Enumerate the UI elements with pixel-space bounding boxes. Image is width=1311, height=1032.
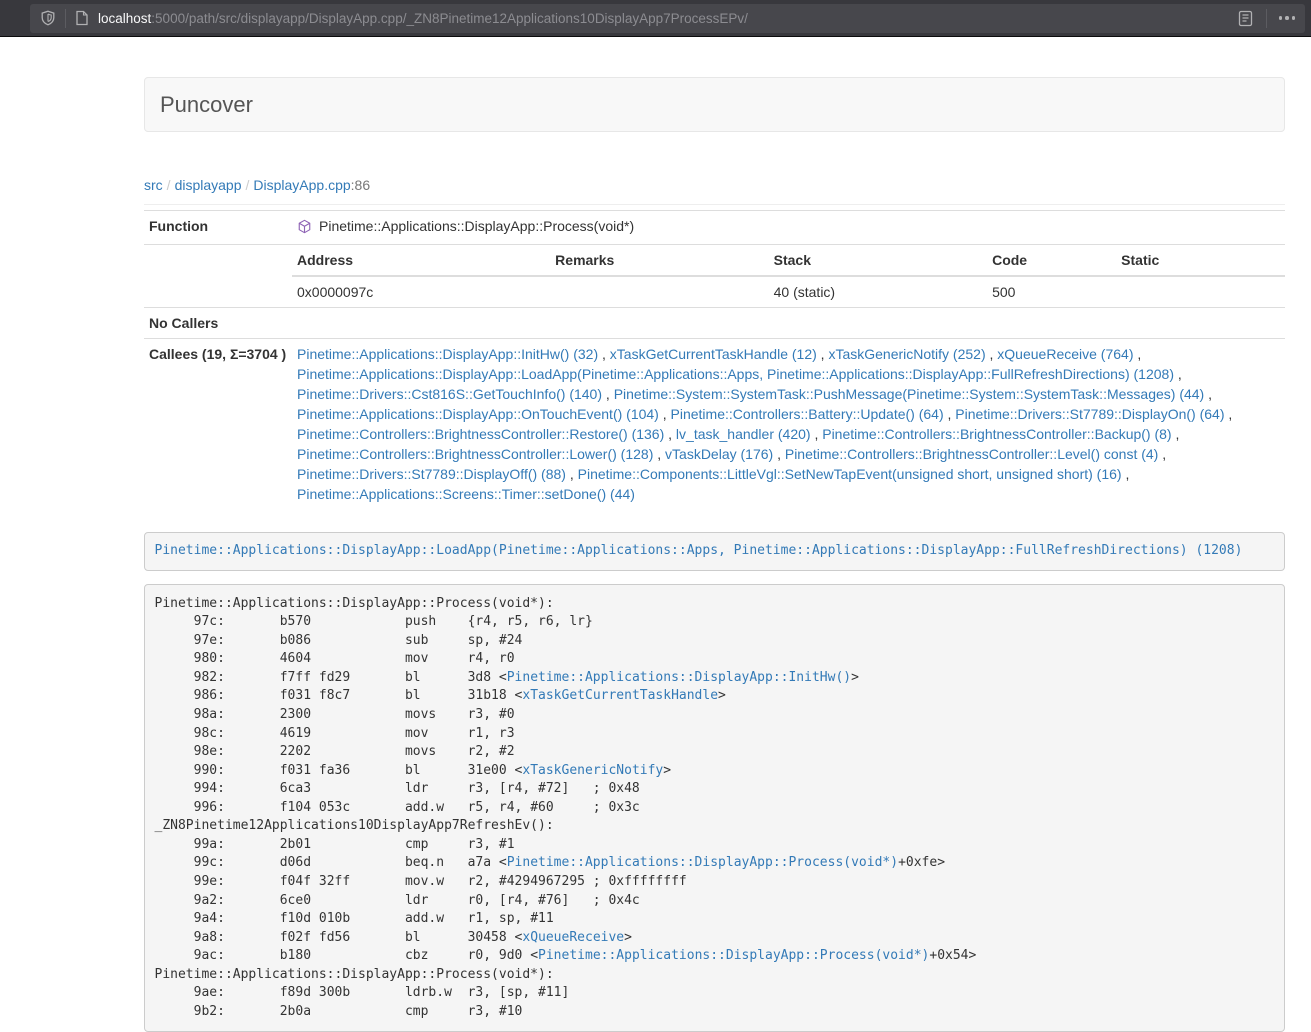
breadcrumb-link-displayapp[interactable]: displayapp <box>175 177 242 193</box>
callee-link[interactable]: Pinetime::Controllers::Battery::Update()… <box>671 406 944 422</box>
function-details-table: Address Remarks Stack Code Static 0x0000… <box>292 245 1285 307</box>
symbol-link[interactable]: xTaskGetCurrentTaskHandle <box>522 688 718 703</box>
empty-label-cell <box>144 244 292 307</box>
col-address: Address <box>292 245 550 276</box>
callee-link[interactable]: Pinetime::Applications::DisplayApp::OnTo… <box>297 406 659 422</box>
callee-link[interactable]: Pinetime::Applications::DisplayApp::Load… <box>297 366 1174 382</box>
reader-mode-icon[interactable] <box>1237 10 1254 27</box>
page-actions-menu-icon[interactable] <box>1279 16 1296 20</box>
function-row-label: Function <box>144 211 292 245</box>
callee-link[interactable]: Pinetime::Applications::DisplayApp::Init… <box>297 346 598 362</box>
url-host: localhost <box>98 11 151 26</box>
function-row: Function Pinetime::Applications::Display… <box>144 211 1285 245</box>
snippet-link[interactable]: Pinetime::Applications::DisplayApp::Load… <box>155 543 1243 558</box>
callee-link[interactable]: Pinetime::System::SystemTask::PushMessag… <box>614 386 1205 402</box>
col-static: Static <box>1116 245 1285 276</box>
code-value: 500 <box>987 276 1116 307</box>
symbol-link[interactable]: Pinetime::Applications::DisplayApp::Proc… <box>507 855 898 870</box>
actions-divider <box>1266 9 1267 28</box>
callees-label: Callees (19, Σ=3704 ) <box>144 338 292 509</box>
callee-link[interactable]: Pinetime::Drivers::St7789::DisplayOff() … <box>297 466 566 482</box>
callee-link[interactable]: vTaskDelay (176) <box>665 446 773 462</box>
callee-link[interactable]: xTaskGetCurrentTaskHandle (12) <box>610 346 817 362</box>
symbol-link[interactable]: Pinetime::Applications::DisplayApp::Proc… <box>538 948 929 963</box>
symbol-link[interactable]: Pinetime::Applications::DisplayApp::Init… <box>507 670 851 685</box>
browser-toolbar: localhost:5000/path/src/displayapp/Displ… <box>0 0 1311 37</box>
breadcrumb-line-number: :86 <box>351 177 370 193</box>
shield-icon[interactable] <box>40 10 56 26</box>
remarks-value <box>550 276 768 307</box>
no-callers-row: No Callers <box>144 307 1285 338</box>
callee-link[interactable]: Pinetime::Drivers::St7789::DisplayOn() (… <box>955 406 1224 422</box>
col-stack: Stack <box>769 245 987 276</box>
static-value <box>1116 276 1285 307</box>
disassembly-code: Pinetime::Applications::DisplayApp::Proc… <box>144 584 1285 1032</box>
callee-link[interactable]: Pinetime::Components::LittleVgl::SetNewT… <box>578 466 1122 482</box>
callee-link[interactable]: Pinetime::Applications::Screens::Timer::… <box>297 486 635 502</box>
url-bar[interactable]: localhost:5000/path/src/displayapp/Displ… <box>30 4 1305 33</box>
page-content: Puncover src/displayapp/DisplayApp.cpp:8… <box>144 77 1285 1032</box>
breadcrumb-separator: / <box>242 177 254 193</box>
callee-link[interactable]: xQueueReceive (764) <box>997 346 1133 362</box>
callee-link[interactable]: Pinetime::Controllers::BrightnessControl… <box>822 426 1171 442</box>
divider <box>144 204 1285 205</box>
function-name: Pinetime::Applications::DisplayApp::Proc… <box>319 216 634 236</box>
callees-row: Callees (19, Σ=3704 ) Pinetime::Applicat… <box>144 338 1285 509</box>
breadcrumb-link-src[interactable]: src <box>144 177 163 193</box>
callees-list: Pinetime::Applications::DisplayApp::Init… <box>292 338 1285 509</box>
function-table: Function Pinetime::Applications::Display… <box>144 210 1285 509</box>
no-callers-label: No Callers <box>144 307 292 338</box>
urlbar-divider <box>65 9 66 28</box>
callee-link[interactable]: lv_task_handler (420) <box>676 426 811 442</box>
symbol-link[interactable]: xQueueReceive <box>522 930 624 945</box>
callee-link[interactable]: Pinetime::Drivers::Cst816S::GetTouchInfo… <box>297 386 602 402</box>
callee-link[interactable]: Pinetime::Controllers::BrightnessControl… <box>297 426 664 442</box>
function-details-row: Address Remarks Stack Code Static 0x0000… <box>144 244 1285 307</box>
app-header-panel: Puncover <box>144 77 1285 132</box>
breadcrumb: src/displayapp/DisplayApp.cpp:86 <box>144 175 1285 195</box>
symbol-link[interactable]: xTaskGenericNotify <box>522 763 663 778</box>
url-text: localhost:5000/path/src/displayapp/Displ… <box>98 11 748 26</box>
col-remarks: Remarks <box>550 245 768 276</box>
breadcrumb-link-file[interactable]: DisplayApp.cpp <box>253 177 350 193</box>
col-code: Code <box>987 245 1116 276</box>
callee-link[interactable]: Pinetime::Controllers::BrightnessControl… <box>785 446 1158 462</box>
symbol-cube-icon <box>297 219 312 234</box>
stack-value: 40 (static) <box>769 276 987 307</box>
selected-callee-snippet: Pinetime::Applications::DisplayApp::Load… <box>144 532 1285 572</box>
url-path: :5000/path/src/displayapp/DisplayApp.cpp… <box>151 11 748 26</box>
page-icon[interactable] <box>75 10 89 26</box>
callee-link[interactable]: Pinetime::Controllers::BrightnessControl… <box>297 446 653 462</box>
callee-link[interactable]: xTaskGenericNotify (252) <box>828 346 985 362</box>
app-title: Puncover <box>160 92 1269 117</box>
table-row: 0x0000097c 40 (static) 500 <box>292 276 1285 307</box>
breadcrumb-separator: / <box>163 177 175 193</box>
address-value: 0x0000097c <box>292 276 550 307</box>
